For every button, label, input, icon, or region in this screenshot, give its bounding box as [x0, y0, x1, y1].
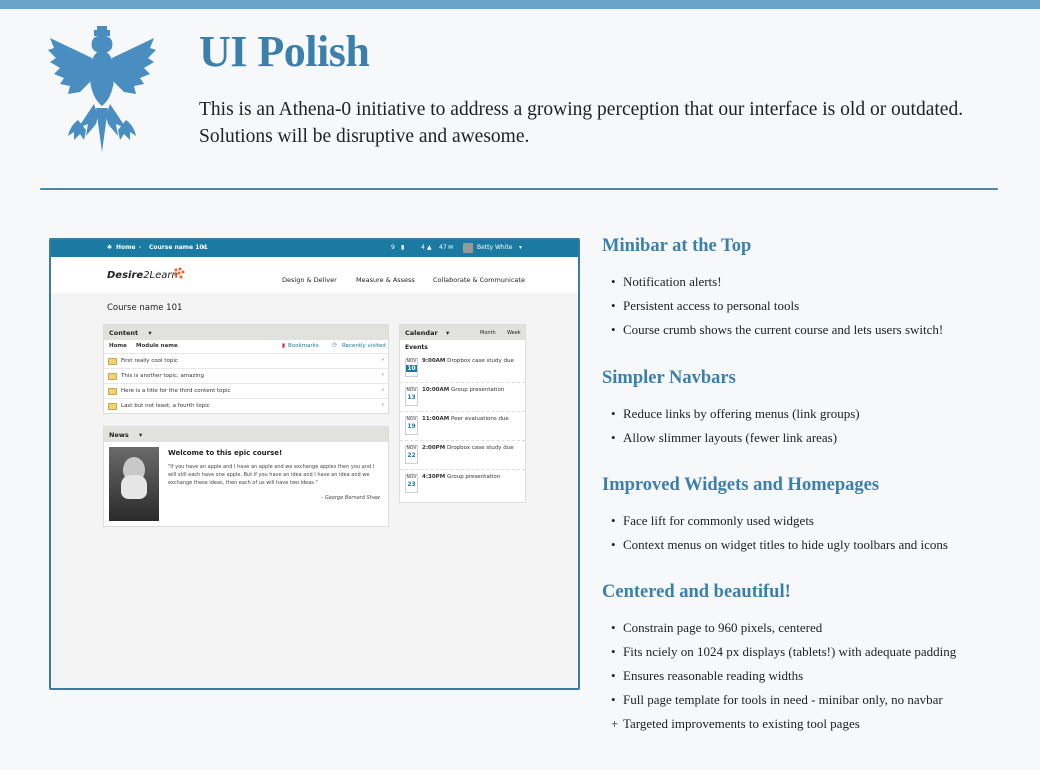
- folder-icon: [108, 403, 117, 410]
- nav-collaborate-communicate[interactable]: Collaborate & Communicate: [433, 276, 525, 284]
- user-name[interactable]: Betty White: [477, 244, 512, 251]
- logo-dots-icon: [174, 267, 185, 279]
- date-box: NOV 10: [405, 358, 418, 377]
- folder-icon: [108, 388, 117, 395]
- date-box: NOV 22: [405, 445, 418, 464]
- header-divider: [40, 188, 998, 190]
- calendar-event[interactable]: NOV 22 2:00PM Dropbox case study due: [400, 441, 525, 470]
- ui-mockup: ✱ Home › Course name 101 ▾ 9 ▮ 4 ▲ 47 ✉ …: [49, 238, 580, 690]
- calendar-event[interactable]: NOV 19 11:00AM Peer evaluations due: [400, 412, 525, 441]
- minibar-home-link[interactable]: Home: [116, 244, 135, 251]
- intro-paragraph: This is an Athena-0 initiative to addres…: [199, 99, 964, 147]
- list-item: • Constrain page to 960 pixels, centered: [611, 620, 823, 635]
- date-box: NOV 13: [405, 387, 418, 406]
- news-headline: Welcome to this epic course!: [168, 449, 283, 457]
- logo[interactable]: Desire2Learn: [107, 270, 178, 281]
- content-columns: Home Module name ▮ Bookmarks ◷ Recently …: [104, 340, 388, 354]
- news-attribution: – George Bernard Shaw: [320, 495, 380, 501]
- mockup-body: Course name 101 Content ▾ Home Module na…: [51, 293, 578, 688]
- list-item: • Full page template for tools in need - …: [611, 692, 943, 707]
- section-title-minibar: Minibar at the Top: [602, 236, 752, 256]
- user-avatar[interactable]: [463, 243, 473, 253]
- list-item: • Face lift for commonly used widgets: [611, 513, 814, 528]
- folder-icon: [108, 373, 117, 380]
- chevron-down-icon: ▾: [148, 329, 152, 337]
- list-item[interactable]: First really cool topic ›: [104, 354, 388, 369]
- chevron-right-icon: ›: [381, 372, 384, 378]
- course-name-heading: Course name 101: [107, 303, 183, 313]
- list-item: • Persistent access to personal tools: [611, 298, 800, 313]
- news-quote: "If you have an apple and I have an appl…: [168, 464, 375, 486]
- content-widget: Content ▾ Home Module name ▮ Bookmarks ◷…: [103, 324, 389, 414]
- chevron-down-icon: ▾: [139, 431, 143, 439]
- content-widget-title[interactable]: Content ▾: [104, 325, 388, 340]
- minibar: ✱ Home › Course name 101 ▾ 9 ▮ 4 ▲ 47 ✉ …: [51, 240, 578, 257]
- news-widget: News ▾ Welcome to this epic course! "If …: [103, 426, 389, 527]
- list-item: • Notification alerts!: [611, 274, 722, 289]
- list-item[interactable]: Last but not least, a fourth topic ›: [104, 399, 388, 414]
- events-label: Events: [405, 344, 428, 351]
- chevron-right-icon: ›: [381, 357, 384, 363]
- bookmarks-link[interactable]: Bookmarks: [288, 343, 319, 349]
- chevron-right-icon: ›: [381, 387, 384, 393]
- chevron-down-icon[interactable]: ▾: [202, 244, 205, 251]
- week-tab[interactable]: Week: [507, 330, 521, 336]
- minibar-alert-count-3[interactable]: 47: [439, 244, 447, 251]
- list-item: • Allow slimmer layouts (fewer link areas…: [611, 430, 838, 445]
- page-title: UI Polish: [199, 27, 370, 76]
- chevron-down-icon[interactable]: ▾: [519, 244, 522, 251]
- list-item: • Ensures reasonable reading widths: [611, 668, 804, 683]
- section-title-widgets: Improved Widgets and Homepages: [602, 475, 880, 495]
- list-item: • Course crumb shows the current course a…: [611, 322, 944, 337]
- list-item[interactable]: This is another topic, amazing ›: [104, 369, 388, 384]
- list-item: + Targeted improvements to existing tool …: [611, 716, 860, 731]
- date-box: NOV 19: [405, 416, 418, 435]
- folder-icon: [108, 358, 117, 365]
- month-tab[interactable]: Month: [480, 330, 496, 336]
- mockup-header: Desire2Learn Design & Deliver Measure & …: [51, 257, 578, 293]
- list-item: • Fits nciely on 1024 px displays (tablet…: [611, 644, 957, 659]
- minibar-alert-count-2[interactable]: 4: [421, 244, 425, 251]
- section-title-navbars: Simpler Navbars: [602, 368, 736, 388]
- warning-icon[interactable]: ▲: [427, 244, 432, 251]
- nav-design-deliver[interactable]: Design & Deliver: [282, 276, 337, 284]
- section-title-centered: Centered and beautiful!: [602, 582, 791, 602]
- top-accent-bar: [0, 0, 1040, 9]
- date-box: NOV 23: [405, 474, 418, 493]
- crumb-separator-icon: ›: [139, 244, 142, 251]
- chevron-right-icon: ›: [381, 402, 384, 408]
- clock-icon[interactable]: ◷: [332, 342, 337, 348]
- chevron-down-icon: ▾: [445, 329, 450, 337]
- col-home[interactable]: Home: [109, 343, 127, 349]
- calendar-event[interactable]: NOV 13 10:00AM Group presentation: [400, 383, 525, 412]
- list-item: • Context menus on widget titles to hide …: [611, 537, 948, 552]
- bookmark-icon[interactable]: ▮: [282, 343, 285, 349]
- course-crumb[interactable]: Course name 101: [149, 244, 208, 251]
- col-module[interactable]: Module name: [136, 343, 178, 349]
- bookmark-icon[interactable]: ▮: [401, 244, 404, 251]
- list-item[interactable]: Here is a title for the third content to…: [104, 384, 388, 399]
- calendar-widget: Calendar ▾ Month Week Events NOV 10 9:00A…: [399, 324, 526, 503]
- calendar-widget-title[interactable]: Calendar ▾ Month Week: [400, 325, 525, 340]
- calendar-event[interactable]: NOV 10 9:00AM Dropbox case study due: [400, 354, 525, 383]
- nav-measure-assess[interactable]: Measure & Assess: [356, 276, 415, 284]
- news-widget-title[interactable]: News ▾: [104, 427, 388, 442]
- eagle-emblem-icon: [48, 26, 156, 152]
- portrait-image: [109, 447, 159, 521]
- home-icon[interactable]: ✱: [107, 244, 112, 251]
- minibar-alert-count-1[interactable]: 9: [391, 244, 395, 251]
- mail-icon[interactable]: ✉: [448, 244, 453, 251]
- calendar-event[interactable]: NOV 23 4:30PM Group presentation: [400, 470, 525, 499]
- list-item: • Reduce links by offering menus (link gr…: [611, 406, 860, 421]
- recent-link[interactable]: Recently visited: [342, 343, 386, 349]
